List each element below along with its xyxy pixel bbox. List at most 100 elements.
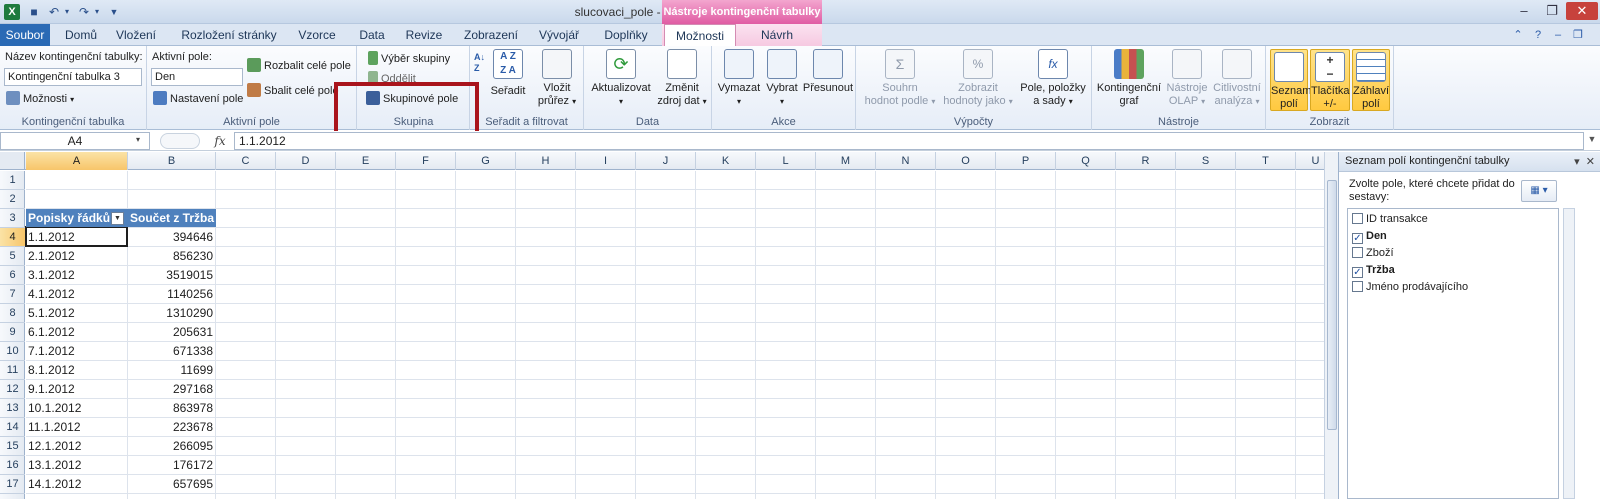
vertical-scrollbar[interactable] <box>1324 152 1338 499</box>
pivot-date-cell[interactable]: 13.1.2012 <box>28 456 128 474</box>
tab-file[interactable]: Soubor <box>0 24 50 46</box>
pivot-date-cell[interactable]: 3.1.2012 <box>28 266 128 284</box>
close-icon[interactable]: ✕ <box>1566 2 1598 20</box>
help-icon[interactable]: ? <box>1530 27 1546 43</box>
row-header-15[interactable]: 15 <box>0 437 25 456</box>
insert-slicer-button[interactable]: Vložit průřez ▾ <box>534 49 580 108</box>
sort-button[interactable]: A ZZ A Seřadit <box>488 49 528 98</box>
field-item[interactable]: ✓ Den <box>1352 228 1387 244</box>
column-header-o[interactable]: O <box>936 152 996 170</box>
field-item[interactable]: ID transakce <box>1352 211 1428 227</box>
pivot-value-cell[interactable]: 205631 <box>128 323 216 341</box>
row-header-10[interactable]: 10 <box>0 342 25 361</box>
tab-insert[interactable]: Vložení <box>110 24 162 46</box>
field-checkbox[interactable]: ✓ <box>1352 233 1363 244</box>
column-header-f[interactable]: F <box>396 152 456 170</box>
sort-az-icon[interactable]: A↓ Z <box>474 52 485 78</box>
row-header-7[interactable]: 7 <box>0 285 25 304</box>
column-header-b[interactable]: B <box>128 152 216 170</box>
row-header-8[interactable]: 8 <box>0 304 25 323</box>
pivot-chart-button[interactable]: Kontingenční graf <box>1094 49 1164 108</box>
column-header-h[interactable]: H <box>516 152 576 170</box>
tab-formulas[interactable]: Vzorce <box>292 24 342 46</box>
row-header-2[interactable]: 2 <box>0 190 25 209</box>
pivot-date-cell[interactable]: 10.1.2012 <box>28 399 128 417</box>
tab-addins[interactable]: Doplňky <box>598 24 654 46</box>
column-header-r[interactable]: R <box>1116 152 1176 170</box>
fields-items-sets-button[interactable]: fx Pole, položky a sady ▾ <box>1016 49 1090 108</box>
pivot-date-cell[interactable]: 11.1.2012 <box>28 418 128 436</box>
pivot-date-cell[interactable]: 9.1.2012 <box>28 380 128 398</box>
pivot-date-cell[interactable]: 7.1.2012 <box>28 342 128 360</box>
field-item[interactable]: ✓ Tržba <box>1352 262 1395 278</box>
pivot-value-cell[interactable]: 266095 <box>128 437 216 455</box>
column-header-p[interactable]: P <box>996 152 1056 170</box>
name-box[interactable]: A4 <box>0 132 150 150</box>
tab-options[interactable]: Možnosti <box>664 24 736 47</box>
field-list-scrollbar[interactable] <box>1563 208 1575 499</box>
pane-close-icon[interactable]: ✕ <box>1586 156 1595 168</box>
pivot-date-cell[interactable]: 2.1.2012 <box>28 247 128 265</box>
pivot-sum-header[interactable]: Součet z Tržba <box>128 209 216 227</box>
tab-view[interactable]: Zobrazení <box>458 24 524 46</box>
plus-minus-buttons-button[interactable]: + − Tlačítka +/- <box>1310 49 1350 111</box>
pivot-date-cell[interactable]: 5.1.2012 <box>28 304 128 322</box>
column-header-s[interactable]: S <box>1176 152 1236 170</box>
pivot-date-cell[interactable]: 6.1.2012 <box>28 323 128 341</box>
column-header-m[interactable]: M <box>816 152 876 170</box>
window-restore-icon[interactable]: ❐ <box>1570 27 1586 43</box>
scrollbar-thumb[interactable] <box>1327 180 1337 430</box>
select-button[interactable]: Vybrat ▾ <box>762 49 802 108</box>
row-header-1[interactable]: 1 <box>0 171 25 190</box>
field-checkbox[interactable] <box>1352 247 1363 258</box>
pivot-value-cell[interactable]: 3519015 <box>128 266 216 284</box>
change-source-button[interactable]: Změnit zdroj dat ▾ <box>654 49 710 108</box>
pivot-date-cell[interactable]: 14.1.2012 <box>28 475 128 493</box>
field-settings-button[interactable]: Nastavení pole <box>153 90 243 108</box>
field-item[interactable]: Zboží <box>1352 245 1394 261</box>
pivot-options-button[interactable]: Možnosti ▾ <box>6 90 74 108</box>
column-header-j[interactable]: J <box>636 152 696 170</box>
pivot-date-cell[interactable]: 8.1.2012 <box>28 361 128 379</box>
column-header-n[interactable]: N <box>876 152 936 170</box>
field-checkbox[interactable]: ✓ <box>1352 267 1363 278</box>
pivot-date-cell[interactable]: 1.1.2012 <box>28 228 128 246</box>
column-header-e[interactable]: E <box>336 152 396 170</box>
field-checkbox[interactable] <box>1352 213 1363 224</box>
pivot-value-cell[interactable]: 671338 <box>128 342 216 360</box>
name-box-dropdown-icon[interactable]: ▾ <box>136 135 140 144</box>
column-header-g[interactable]: G <box>456 152 516 170</box>
summarize-values-button[interactable]: Σ Souhrn hodnot podle ▾ <box>860 49 940 108</box>
column-header-q[interactable]: Q <box>1056 152 1116 170</box>
field-checkbox[interactable] <box>1352 281 1363 292</box>
pane-layout-button[interactable]: ▦ ▾ <box>1521 180 1557 202</box>
pivot-name-input[interactable]: Kontingenční tabulka 3 <box>4 68 142 86</box>
row-header-13[interactable]: 13 <box>0 399 25 418</box>
active-field-input[interactable]: Den <box>151 68 243 86</box>
pivot-value-cell[interactable]: 856230 <box>128 247 216 265</box>
pivot-date-cell[interactable]: 4.1.2012 <box>28 285 128 303</box>
field-headers-button[interactable]: Záhlaví polí <box>1352 49 1390 111</box>
cell-grid[interactable] <box>26 171 1336 499</box>
pivot-row-labels-header[interactable]: Popisky řádků ▼ <box>26 209 128 227</box>
column-header-c[interactable]: C <box>216 152 276 170</box>
pivot-date-cell[interactable]: 12.1.2012 <box>28 437 128 455</box>
row-header-11[interactable]: 11 <box>0 361 25 380</box>
tab-review[interactable]: Revize <box>400 24 448 46</box>
row-header-9[interactable]: 9 <box>0 323 25 342</box>
restore-icon[interactable]: ❐ <box>1538 2 1566 20</box>
tab-home[interactable]: Domů <box>58 24 104 46</box>
pivot-value-cell[interactable]: 223678 <box>128 418 216 436</box>
show-values-as-button[interactable]: % Zobrazit hodnoty jako ▾ <box>940 49 1016 108</box>
column-header-t[interactable]: T <box>1236 152 1296 170</box>
olap-tools-button[interactable]: Nástroje OLAP ▾ <box>1164 49 1210 108</box>
row-header-4[interactable]: 4 <box>0 228 25 247</box>
pivot-value-cell[interactable]: 11699 <box>128 361 216 379</box>
column-header-i[interactable]: I <box>576 152 636 170</box>
pivot-value-cell[interactable]: 863978 <box>128 399 216 417</box>
field-list-button[interactable]: Seznam polí <box>1270 49 1311 111</box>
pivot-value-cell[interactable]: 176172 <box>128 456 216 474</box>
field-item[interactable]: Jméno prodávajícího <box>1352 279 1468 295</box>
minimize-ribbon-icon[interactable]: ⌃ <box>1510 27 1526 43</box>
pivot-value-cell[interactable]: 657695 <box>128 475 216 493</box>
